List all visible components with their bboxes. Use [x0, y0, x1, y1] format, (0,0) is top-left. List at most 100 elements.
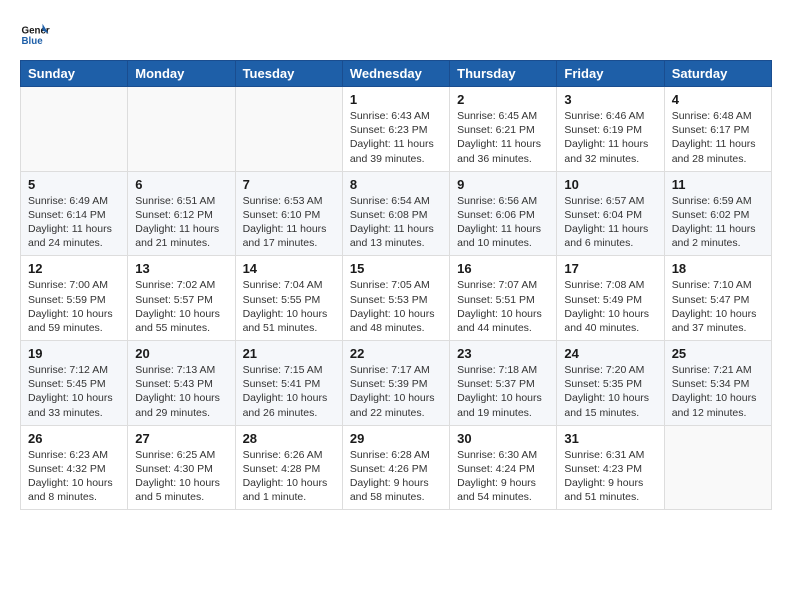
day-number: 9 [457, 177, 549, 192]
calendar-cell: 17Sunrise: 7:08 AM Sunset: 5:49 PM Dayli… [557, 256, 664, 341]
day-number: 8 [350, 177, 442, 192]
day-info: Sunrise: 6:59 AM Sunset: 6:02 PM Dayligh… [672, 194, 764, 251]
calendar-cell: 4 Sunrise: 6:48 AM Sunset: 6:17 PM Daylig… [664, 87, 771, 172]
day-info: Sunrise: 6:43 AM Sunset: 6:23 PM Dayligh… [350, 109, 442, 166]
calendar-cell: 14 Sunrise: 7:04 AM Sunset: 5:55 PM Dayli… [235, 256, 342, 341]
calendar-cell [664, 425, 771, 510]
day-info: Sunrise: 7:05 AM Sunset: 5:53 PM Dayligh… [350, 278, 442, 335]
day-info: Sunrise: 6:25 AM Sunset: 4:30 PM Dayligh… [135, 448, 227, 505]
calendar-cell: 21 Sunrise: 7:15 AM Sunset: 5:41 PM Dayli… [235, 341, 342, 426]
calendar-cell: 12 Sunrise: 7:00 AM Sunset: 5:59 PM Dayli… [21, 256, 128, 341]
calendar-cell: 7 Sunrise: 6:53 AM Sunset: 6:10 PM Daylig… [235, 171, 342, 256]
day-number: 19 [28, 346, 120, 361]
day-info: Sunrise: 6:49 AM Sunset: 6:14 PM Dayligh… [28, 194, 120, 251]
day-number: 24 [564, 346, 656, 361]
day-number: 25 [672, 346, 764, 361]
day-header-tuesday: Tuesday [235, 61, 342, 87]
day-header-wednesday: Wednesday [342, 61, 449, 87]
logo: General Blue [20, 20, 58, 50]
calendar-cell: 30Sunrise: 6:30 AM Sunset: 4:24 PM Dayli… [450, 425, 557, 510]
day-number: 27 [135, 431, 227, 446]
calendar-cell: 1 Sunrise: 6:43 AM Sunset: 6:23 PM Daylig… [342, 87, 449, 172]
day-info: Sunrise: 7:00 AM Sunset: 5:59 PM Dayligh… [28, 278, 120, 335]
day-info: Sunrise: 7:07 AM Sunset: 5:51 PM Dayligh… [457, 278, 549, 335]
day-header-thursday: Thursday [450, 61, 557, 87]
calendar-cell: 23 Sunrise: 7:18 AM Sunset: 5:37 PM Dayli… [450, 341, 557, 426]
day-number: 16 [457, 261, 549, 276]
svg-text:Blue: Blue [22, 36, 44, 47]
calendar-cell: 31 Sunrise: 6:31 AM Sunset: 4:23 PM Dayli… [557, 425, 664, 510]
calendar-cell: 18 Sunrise: 7:10 AM Sunset: 5:47 PM Dayli… [664, 256, 771, 341]
calendar-cell: 26 Sunrise: 6:23 AM Sunset: 4:32 PM Dayli… [21, 425, 128, 510]
calendar-cell: 29 Sunrise: 6:28 AM Sunset: 4:26 PM Dayli… [342, 425, 449, 510]
calendar-cell [21, 87, 128, 172]
calendar-cell: 22Sunrise: 7:17 AM Sunset: 5:39 PM Dayli… [342, 341, 449, 426]
calendar-header-row: SundayMondayTuesdayWednesdayThursdayFrid… [21, 61, 772, 87]
day-info: Sunrise: 7:15 AM Sunset: 5:41 PM Dayligh… [243, 363, 335, 420]
day-info: Sunrise: 7:08 AM Sunset: 5:49 PM Dayligh… [564, 278, 656, 335]
day-number: 13 [135, 261, 227, 276]
day-info: Sunrise: 6:53 AM Sunset: 6:10 PM Dayligh… [243, 194, 335, 251]
day-info: Sunrise: 6:31 AM Sunset: 4:23 PM Dayligh… [564, 448, 656, 505]
day-info: Sunrise: 6:26 AM Sunset: 4:28 PM Dayligh… [243, 448, 335, 505]
calendar-cell: 3 Sunrise: 6:46 AM Sunset: 6:19 PM Daylig… [557, 87, 664, 172]
day-number: 18 [672, 261, 764, 276]
day-info: Sunrise: 6:23 AM Sunset: 4:32 PM Dayligh… [28, 448, 120, 505]
day-info: Sunrise: 6:56 AM Sunset: 6:06 PM Dayligh… [457, 194, 549, 251]
day-info: Sunrise: 7:21 AM Sunset: 5:34 PM Dayligh… [672, 363, 764, 420]
calendar-cell: 20 Sunrise: 7:13 AM Sunset: 5:43 PM Dayli… [128, 341, 235, 426]
calendar-week-4: 19 Sunrise: 7:12 AM Sunset: 5:45 PM Dayli… [21, 341, 772, 426]
day-number: 12 [28, 261, 120, 276]
day-header-friday: Friday [557, 61, 664, 87]
calendar-cell: 8Sunrise: 6:54 AM Sunset: 6:08 PM Daylig… [342, 171, 449, 256]
day-number: 11 [672, 177, 764, 192]
day-number: 14 [243, 261, 335, 276]
calendar-cell: 9 Sunrise: 6:56 AM Sunset: 6:06 PM Daylig… [450, 171, 557, 256]
day-info: Sunrise: 6:46 AM Sunset: 6:19 PM Dayligh… [564, 109, 656, 166]
calendar-week-3: 12 Sunrise: 7:00 AM Sunset: 5:59 PM Dayli… [21, 256, 772, 341]
day-number: 3 [564, 92, 656, 107]
calendar-cell: 15Sunrise: 7:05 AM Sunset: 5:53 PM Dayli… [342, 256, 449, 341]
calendar-cell: 11 Sunrise: 6:59 AM Sunset: 6:02 PM Dayli… [664, 171, 771, 256]
day-info: Sunrise: 7:13 AM Sunset: 5:43 PM Dayligh… [135, 363, 227, 420]
day-info: Sunrise: 6:28 AM Sunset: 4:26 PM Dayligh… [350, 448, 442, 505]
day-number: 23 [457, 346, 549, 361]
day-info: Sunrise: 7:04 AM Sunset: 5:55 PM Dayligh… [243, 278, 335, 335]
day-number: 7 [243, 177, 335, 192]
calendar-cell: 19 Sunrise: 7:12 AM Sunset: 5:45 PM Dayli… [21, 341, 128, 426]
calendar-cell: 6Sunrise: 6:51 AM Sunset: 6:12 PM Daylig… [128, 171, 235, 256]
day-number: 28 [243, 431, 335, 446]
day-number: 22 [350, 346, 442, 361]
calendar-week-1: 1 Sunrise: 6:43 AM Sunset: 6:23 PM Daylig… [21, 87, 772, 172]
day-info: Sunrise: 6:45 AM Sunset: 6:21 PM Dayligh… [457, 109, 549, 166]
day-info: Sunrise: 7:18 AM Sunset: 5:37 PM Dayligh… [457, 363, 549, 420]
day-header-sunday: Sunday [21, 61, 128, 87]
calendar-cell [128, 87, 235, 172]
calendar-cell: 13Sunrise: 7:02 AM Sunset: 5:57 PM Dayli… [128, 256, 235, 341]
day-number: 1 [350, 92, 442, 107]
calendar-cell [235, 87, 342, 172]
calendar-cell: 5 Sunrise: 6:49 AM Sunset: 6:14 PM Daylig… [21, 171, 128, 256]
day-info: Sunrise: 7:12 AM Sunset: 5:45 PM Dayligh… [28, 363, 120, 420]
day-number: 21 [243, 346, 335, 361]
calendar-cell: 28 Sunrise: 6:26 AM Sunset: 4:28 PM Dayli… [235, 425, 342, 510]
day-info: Sunrise: 6:57 AM Sunset: 6:04 PM Dayligh… [564, 194, 656, 251]
day-number: 4 [672, 92, 764, 107]
day-info: Sunrise: 7:20 AM Sunset: 5:35 PM Dayligh… [564, 363, 656, 420]
calendar-table: SundayMondayTuesdayWednesdayThursdayFrid… [20, 60, 772, 510]
day-info: Sunrise: 7:10 AM Sunset: 5:47 PM Dayligh… [672, 278, 764, 335]
day-number: 31 [564, 431, 656, 446]
day-number: 20 [135, 346, 227, 361]
calendar-cell: 27 Sunrise: 6:25 AM Sunset: 4:30 PM Dayli… [128, 425, 235, 510]
day-number: 26 [28, 431, 120, 446]
day-info: Sunrise: 6:51 AM Sunset: 6:12 PM Dayligh… [135, 194, 227, 251]
page-header: General Blue [20, 20, 772, 50]
day-number: 29 [350, 431, 442, 446]
day-info: Sunrise: 6:30 AM Sunset: 4:24 PM Dayligh… [457, 448, 549, 505]
day-number: 5 [28, 177, 120, 192]
calendar-cell: 2Sunrise: 6:45 AM Sunset: 6:21 PM Daylig… [450, 87, 557, 172]
calendar-cell: 24 Sunrise: 7:20 AM Sunset: 5:35 PM Dayli… [557, 341, 664, 426]
calendar-cell: 10Sunrise: 6:57 AM Sunset: 6:04 PM Dayli… [557, 171, 664, 256]
calendar-cell: 16 Sunrise: 7:07 AM Sunset: 5:51 PM Dayli… [450, 256, 557, 341]
day-info: Sunrise: 6:48 AM Sunset: 6:17 PM Dayligh… [672, 109, 764, 166]
